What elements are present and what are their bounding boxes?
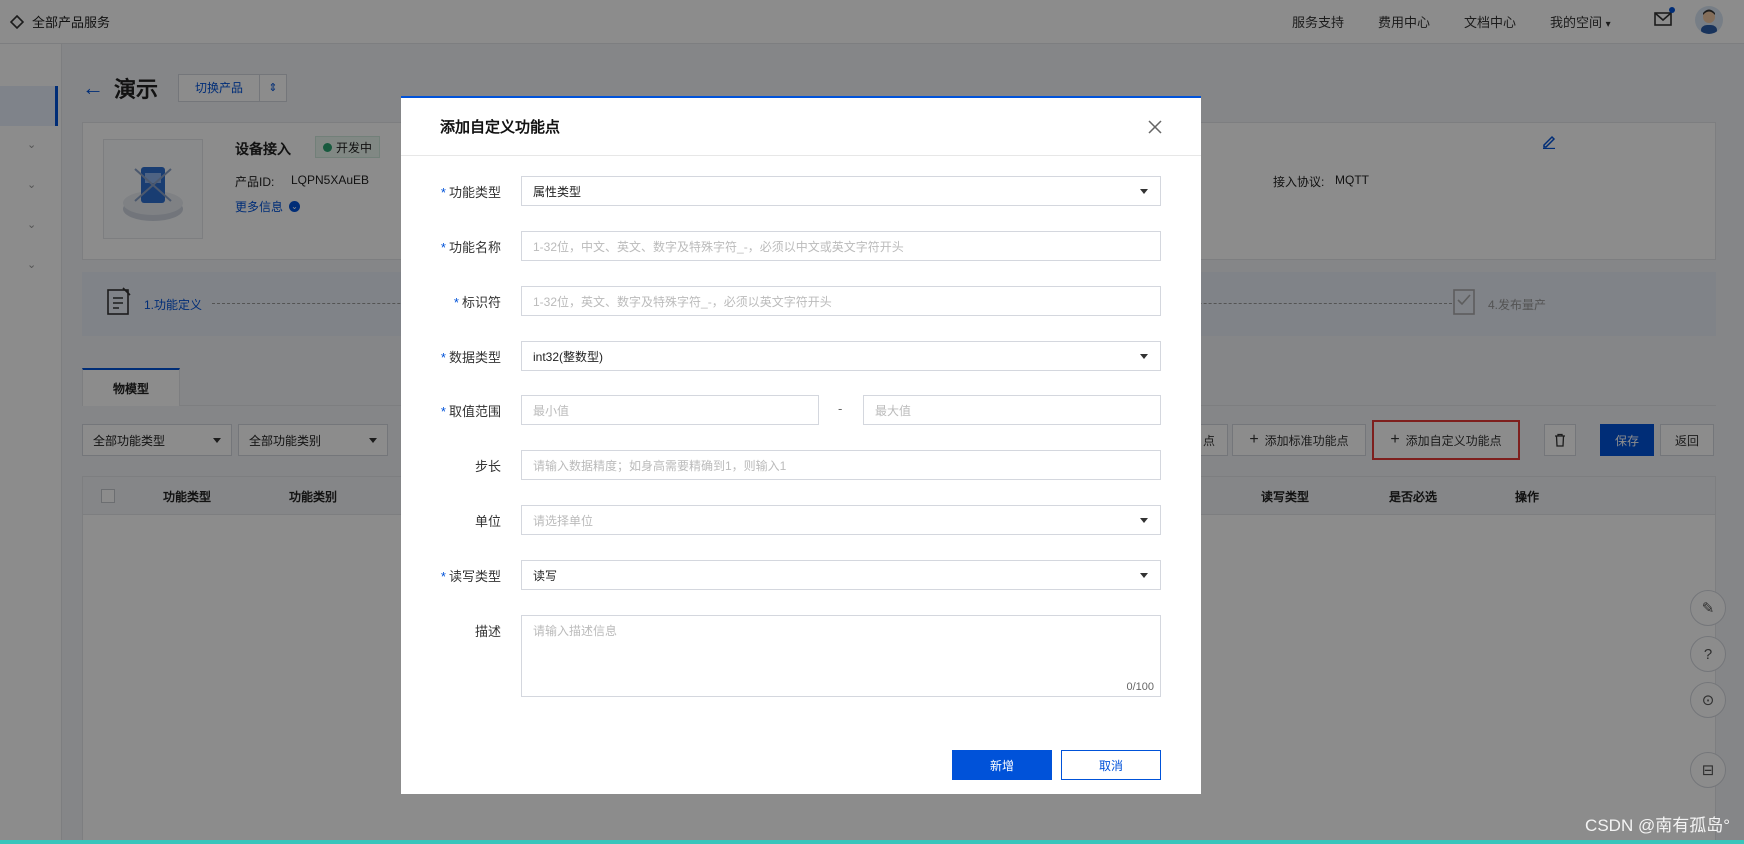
- form-row-function-name: * 功能名称 1-32位，中文、英文、数字及特殊字符_-，必须以中文或英文字符开头: [401, 231, 1201, 261]
- add-custom-function-dialog: 添加自定义功能点 * 功能类型 属性类型 * 功能名称 1-32位，中文、英文、数字…: [401, 96, 1201, 794]
- range-separator: -: [838, 401, 843, 416]
- rw-type-value: 读写: [533, 568, 558, 583]
- description-char-counter: 0/100: [1126, 681, 1154, 693]
- form-row-description: 描述 请输入描述信息 0/100: [401, 615, 1201, 697]
- cancel-button[interactable]: 取消: [1061, 750, 1161, 780]
- range-max-input[interactable]: 最大值: [863, 395, 1161, 425]
- form-row-rw-type: * 读写类型 读写: [401, 560, 1201, 590]
- form-row-function-type: * 功能类型 属性类型: [401, 176, 1201, 206]
- step-placeholder: 请输入数据精度；如身高需要精确到1，则输入1: [533, 458, 787, 473]
- function-name-label: * 功能名称: [440, 240, 501, 255]
- range-min-placeholder: 最小值: [533, 403, 570, 418]
- csdn-watermark: CSDN @南有孤岛°: [1585, 816, 1730, 835]
- data-type-value: int32(整数型): [533, 349, 604, 364]
- submit-add-label: 新增: [989, 758, 1014, 773]
- identifier-input[interactable]: 1-32位，英文、数字及特殊字符_-，必须以英文字符开头: [521, 286, 1161, 316]
- form-row-step: 步长 请输入数据精度；如身高需要精确到1，则输入1: [401, 450, 1201, 480]
- step-input[interactable]: 请输入数据精度；如身高需要精确到1，则输入1: [521, 450, 1161, 480]
- caret-down-icon: [1140, 573, 1148, 578]
- data-type-label: * 数据类型: [440, 350, 501, 365]
- dialog-header: 添加自定义功能点: [401, 98, 1201, 156]
- form-row-data-type: * 数据类型 int32(整数型): [401, 341, 1201, 371]
- description-placeholder: 请输入描述信息: [533, 624, 618, 638]
- rw-type-label: * 读写类型: [440, 569, 501, 584]
- cancel-label: 取消: [1098, 758, 1123, 773]
- function-type-label: * 功能类型: [440, 185, 501, 200]
- function-name-placeholder: 1-32位，中文、英文、数字及特殊字符_-，必须以中文或英文字符开头: [533, 239, 904, 254]
- rw-type-select[interactable]: 读写: [521, 560, 1161, 590]
- bottom-accent-line: [0, 840, 1744, 844]
- step-label: 步长: [474, 459, 501, 474]
- description-textarea[interactable]: 请输入描述信息 0/100: [521, 615, 1161, 697]
- submit-add-button[interactable]: 新增: [952, 750, 1052, 780]
- caret-down-icon: [1140, 354, 1148, 359]
- unit-select[interactable]: 请选择单位: [521, 505, 1161, 535]
- function-type-value: 属性类型: [533, 184, 582, 199]
- data-type-select[interactable]: int32(整数型): [521, 341, 1161, 371]
- dialog-title: 添加自定义功能点: [440, 119, 561, 136]
- close-icon[interactable]: [1147, 119, 1163, 135]
- form-row-value-range: * 取值范围 最小值 - 最大值: [401, 395, 1201, 425]
- identifier-label: * 标识符: [453, 295, 501, 310]
- function-name-input[interactable]: 1-32位，中文、英文、数字及特殊字符_-，必须以中文或英文字符开头: [521, 231, 1161, 261]
- range-min-input[interactable]: 最小值: [521, 395, 819, 425]
- form-row-unit: 单位 请选择单位: [401, 505, 1201, 535]
- unit-placeholder: 请选择单位: [533, 513, 594, 528]
- caret-down-icon: [1140, 518, 1148, 523]
- unit-label: 单位: [474, 514, 501, 529]
- range-max-placeholder: 最大值: [875, 403, 912, 418]
- caret-down-icon: [1140, 189, 1148, 194]
- function-type-select[interactable]: 属性类型: [521, 176, 1161, 206]
- description-label: 描述: [474, 624, 501, 639]
- identifier-placeholder: 1-32位，英文、数字及特殊字符_-，必须以英文字符开头: [533, 294, 832, 309]
- value-range-label: * 取值范围: [440, 404, 501, 419]
- form-row-identifier: * 标识符 1-32位，英文、数字及特殊字符_-，必须以英文字符开头: [401, 286, 1201, 316]
